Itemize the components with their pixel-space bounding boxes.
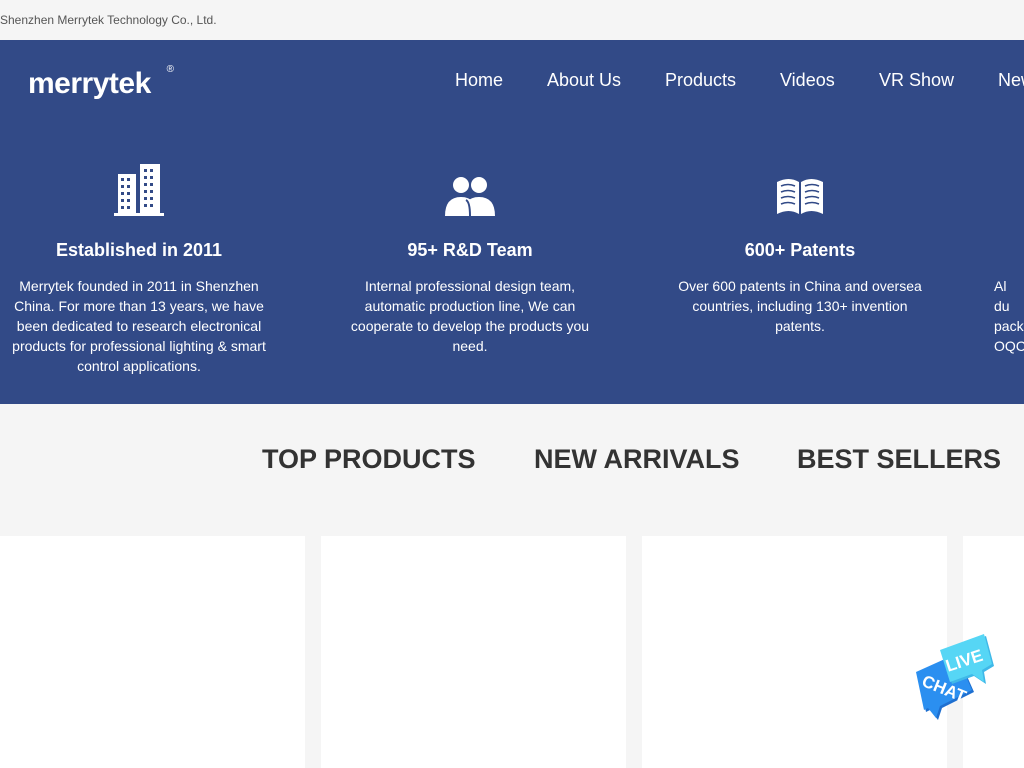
nav-vr-show[interactable]: VR Show	[879, 70, 954, 91]
book-icon	[777, 179, 823, 214]
top-bar: Shenzhen Merrytek Technology Co., Ltd.	[0, 0, 1024, 40]
live-chat-button[interactable]: LIVE CHAT	[912, 632, 996, 724]
product-card[interactable]	[0, 536, 305, 768]
nav-home[interactable]: Home	[455, 70, 503, 91]
building-icon	[114, 164, 164, 216]
tab-new-arrivals[interactable]: NEW ARRIVALS	[534, 444, 740, 475]
feature-quality: Al du pack OQC	[994, 160, 1024, 400]
live-chat-icon: LIVE CHAT	[916, 634, 994, 720]
feature-description: Over 600 patents in China and oversea co…	[678, 278, 922, 334]
main-nav: Home About Us Products Videos VR Show Ne…	[0, 40, 1024, 122]
nav-videos[interactable]: Videos	[780, 70, 835, 91]
company-name: Shenzhen Merrytek Technology Co., Ltd.	[0, 13, 217, 27]
feature-title: 95+ R&D Team	[407, 240, 533, 260]
tab-best-sellers[interactable]: BEST SELLERS	[797, 444, 1001, 475]
feature-description: Al du pack OQC	[994, 278, 1024, 354]
nav-products[interactable]: Products	[665, 70, 736, 91]
product-tabs: TOP PRODUCTS NEW ARRIVALS BEST SELLERS	[0, 404, 1024, 536]
team-icon	[445, 177, 495, 216]
nav-news[interactable]: News	[998, 70, 1024, 91]
product-card[interactable]	[321, 536, 626, 768]
feature-title: 600+ Patents	[744, 240, 856, 260]
feature-description: Merrytek founded in 2011 in Shenzhen Chi…	[12, 278, 266, 374]
feature-title: Established in 2011	[55, 240, 223, 260]
tab-top-products[interactable]: TOP PRODUCTS	[262, 444, 476, 475]
nav-about-us[interactable]: About Us	[547, 70, 621, 91]
hero-section: merrytek ® Home About Us Products Videos…	[0, 40, 1024, 404]
product-card[interactable]	[642, 536, 947, 768]
feature-description: Internal professional design team, autom…	[350, 278, 590, 354]
